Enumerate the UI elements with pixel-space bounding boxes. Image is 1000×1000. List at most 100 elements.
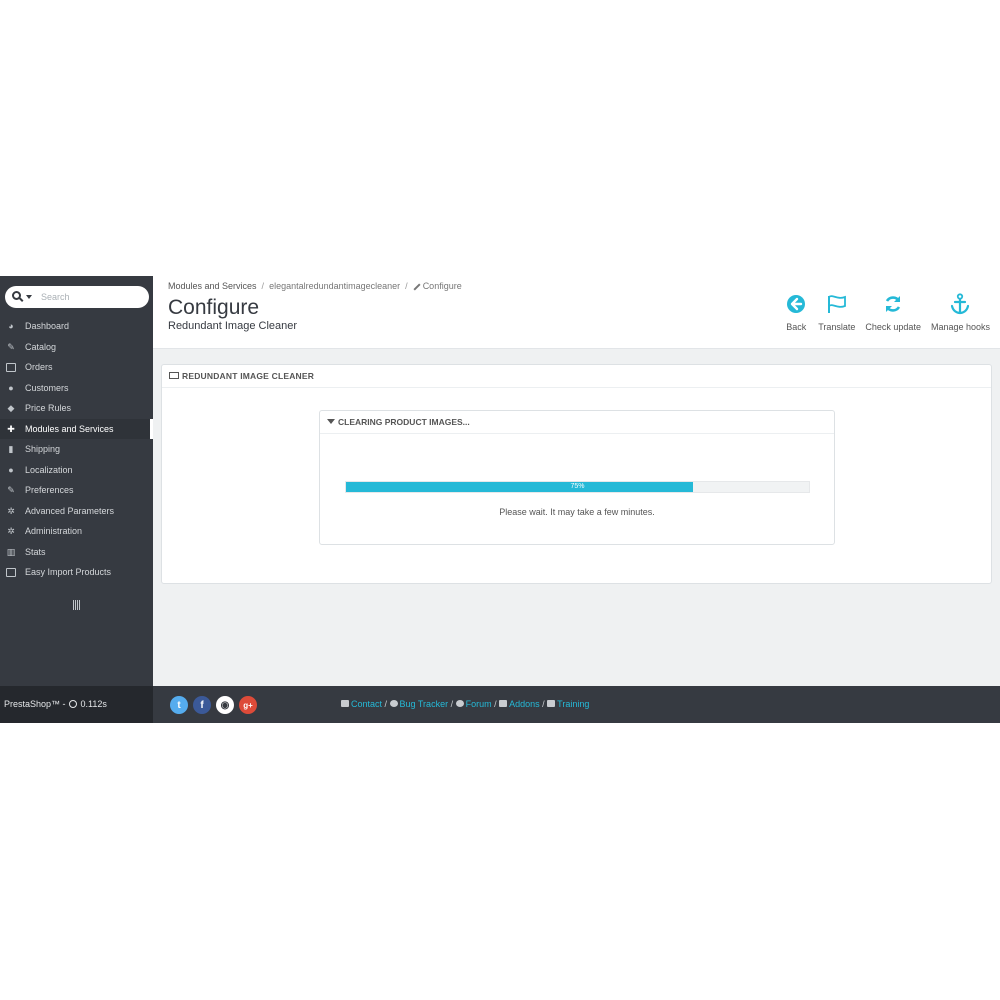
truck-icon: ▮ <box>8 444 14 454</box>
search-input[interactable] <box>41 289 141 305</box>
cog-icon: ✲ <box>7 526 15 536</box>
sidebar-item-label: Easy Import Products <box>25 567 112 577</box>
progress-bar: 75% <box>345 481 810 493</box>
catalog-icon: ✎ <box>7 341 15 352</box>
search-icon[interactable] <box>12 291 21 300</box>
bar-chart-icon: ▥ <box>6 546 16 557</box>
manage-hooks-label: Manage hooks <box>930 322 990 332</box>
book-icon <box>547 700 556 708</box>
clock-icon <box>69 699 78 708</box>
breadcrumb: Modules and Services / elegantalredundanti… <box>168 281 462 291</box>
refresh-icon <box>881 292 905 316</box>
credit-card-icon <box>6 363 16 372</box>
wait-message: Please wait. It may take a few minutes. <box>499 507 655 517</box>
filter-icon <box>327 419 335 425</box>
check-update-label: Check update <box>865 322 921 332</box>
sidebar-item-label: Administration <box>25 526 83 536</box>
wrench-icon <box>413 283 421 291</box>
sidebar: ◕ Dashboard ✎ Catalog Orders ● Customers ◆ P… <box>0 276 153 686</box>
sidebar-item-label: Orders <box>25 362 53 372</box>
puzzle-icon <box>499 700 508 708</box>
back-button[interactable]: Back <box>779 292 813 332</box>
manage-hooks-button[interactable]: Manage hooks <box>926 292 995 332</box>
panel-title: REDUNDANT IMAGE CLEANER <box>182 371 315 381</box>
sidebar-item-label: Stats <box>25 546 46 557</box>
social-links: t f ◉ g+ <box>170 696 257 714</box>
sidebar-item-dashboard[interactable]: ◕ Dashboard <box>0 316 153 337</box>
sidebar-item-label: Dashboard <box>25 321 70 331</box>
facebook-icon[interactable]: f <box>193 696 211 714</box>
sidebar-item-label: Advanced Parameters <box>25 505 115 516</box>
footer-load-time: 0.112s <box>80 699 107 709</box>
file-excel-icon <box>6 568 16 577</box>
dashboard-icon: ◕ <box>8 321 14 331</box>
twitter-icon[interactable]: t <box>170 696 188 714</box>
sidebar-item-price-rules[interactable]: ◆ Price Rules <box>0 398 153 419</box>
footer: t f ◉ g+ Contact / Bug Tracker / Forum /… <box>153 686 1000 723</box>
addons-link[interactable]: Addons <box>509 699 540 709</box>
tags-icon: ◆ <box>7 403 15 413</box>
image-icon <box>169 372 179 380</box>
sidebar-item-label: Catalog <box>25 341 57 352</box>
sidebar-item-orders[interactable]: Orders <box>0 357 153 378</box>
breadcrumb-item-modules[interactable]: Modules and Services <box>168 281 257 291</box>
breadcrumb-current-label: Configure <box>422 281 462 291</box>
page-title: Configure <box>168 296 260 319</box>
comments-icon <box>455 700 464 708</box>
sidebar-item-label: Price Rules <box>25 403 72 413</box>
sidebar-item-localization[interactable]: ● Localization <box>0 460 153 481</box>
admin-app: ◕ Dashboard ✎ Catalog Orders ● Customers ◆ P… <box>0 276 1000 723</box>
progress-panel: CLEARING PRODUCT IMAGES... 75% Please wa… <box>319 410 835 545</box>
breadcrumb-item-current: Configure <box>413 281 462 291</box>
translate-button[interactable]: Translate <box>813 292 860 332</box>
footer-brand-name: PrestaShop™ <box>4 699 61 709</box>
check-update-button[interactable]: Check update <box>860 292 926 332</box>
toolbar: Back Translate Check update Manage hooks <box>779 292 995 332</box>
search-box[interactable] <box>5 286 149 308</box>
sidebar-item-preferences[interactable]: ✎ Preferences <box>0 480 153 501</box>
arrow-circle-left-icon <box>784 292 808 316</box>
sidebar-item-label: Preferences <box>25 485 74 495</box>
footer-brand: PrestaShop™ - 0.112s <box>0 686 153 723</box>
page-subtitle: Redundant Image Cleaner <box>168 320 298 332</box>
sidebar-item-label: Localization <box>25 464 73 475</box>
sidebar-item-stats[interactable]: ▥ Stats <box>0 542 153 563</box>
github-icon[interactable]: ◉ <box>216 696 234 714</box>
training-link[interactable]: Training <box>557 699 589 709</box>
back-label: Back <box>786 322 807 332</box>
globe-icon: ● <box>8 464 14 475</box>
users-icon: ● <box>8 382 14 393</box>
progress-percent: 75% <box>570 483 585 490</box>
cogs-icon: ✲ <box>7 505 15 516</box>
sidebar-item-customers[interactable]: ● Customers <box>0 378 153 399</box>
envelope-icon <box>341 700 349 708</box>
forum-link[interactable]: Forum <box>466 699 492 709</box>
sidebar-item-shipping[interactable]: ▮ Shipping <box>0 439 153 460</box>
sidebar-item-administration[interactable]: ✲ Administration <box>0 521 153 542</box>
sidebar-item-label: Shipping <box>25 444 61 454</box>
puzzle-icon: ✚ <box>7 423 15 434</box>
caret-down-icon[interactable] <box>26 295 32 299</box>
contact-link[interactable]: Contact <box>351 699 382 709</box>
flag-icon <box>825 292 849 316</box>
sidebar-item-modules[interactable]: ✚ Modules and Services <box>0 418 153 439</box>
progress-panel-title: CLEARING PRODUCT IMAGES... <box>338 417 470 427</box>
panel-heading: REDUNDANT IMAGE CLEANER <box>162 365 991 388</box>
sidebar-item-easy-import-products[interactable]: Easy Import Products <box>0 562 153 583</box>
anchor-icon <box>948 292 972 316</box>
sidebar-item-advanced-parameters[interactable]: ✲ Advanced Parameters <box>0 501 153 522</box>
wrench-icon: ✎ <box>7 485 15 495</box>
sidebar-item-catalog[interactable]: ✎ Catalog <box>0 337 153 358</box>
bug-tracker-link[interactable]: Bug Tracker <box>400 699 449 709</box>
collapse-sidebar-icon[interactable] <box>73 600 81 610</box>
translate-label: Translate <box>818 322 856 332</box>
sidebar-nav: ◕ Dashboard ✎ Catalog Orders ● Customers ◆ P… <box>0 316 153 583</box>
footer-links: Contact / Bug Tracker / Forum / Addons /… <box>341 686 589 723</box>
page-header: Modules and Services / elegantalredundanti… <box>153 276 1000 349</box>
google-plus-icon[interactable]: g+ <box>239 696 257 714</box>
sidebar-item-label: Customers <box>25 382 69 393</box>
sidebar-item-label: Modules and Services <box>25 423 114 434</box>
breadcrumb-item-module[interactable]: elegantalredundantimagecleaner <box>269 281 400 291</box>
module-panel: REDUNDANT IMAGE CLEANER CLEARING PRODUCT… <box>161 364 992 584</box>
progress-panel-heading: CLEARING PRODUCT IMAGES... <box>320 411 834 434</box>
